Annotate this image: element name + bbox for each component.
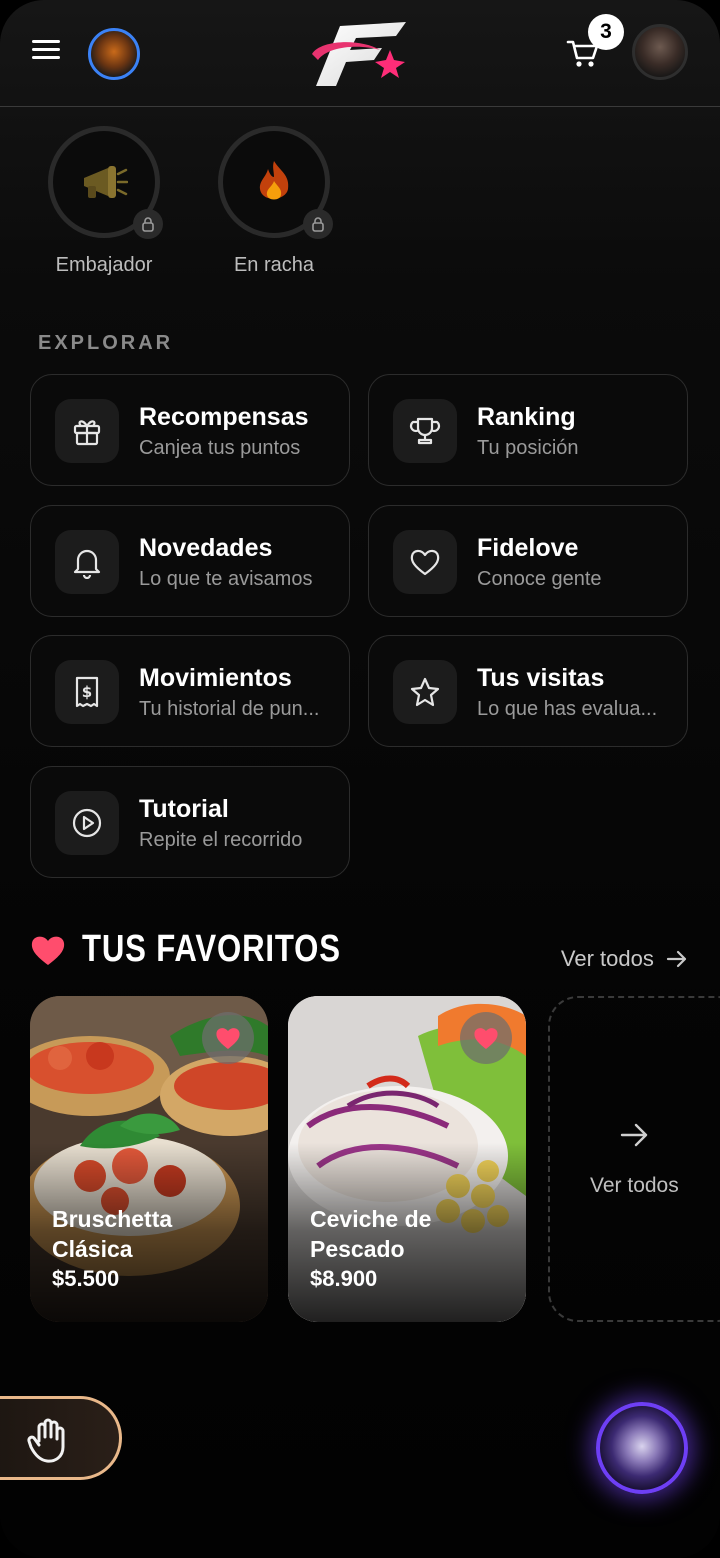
see-all-link[interactable]: Ver todos (561, 946, 688, 972)
card-title: Recompensas (139, 403, 309, 431)
heart-filled-icon (474, 1028, 498, 1049)
gift-icon (55, 399, 119, 463)
fire-icon (259, 161, 289, 200)
explore-card-fidelove[interactable]: Fidelove Conoce gente (368, 505, 688, 617)
explore-card-ranking[interactable]: Ranking Tu posición (368, 374, 688, 486)
food-name: Bruschetta Clásica (52, 1206, 173, 1262)
wave-hand-button[interactable] (0, 1396, 122, 1480)
lock-icon (303, 209, 333, 239)
explore-card-tus-visitas[interactable]: Tus visitas Lo que has evalua... (368, 635, 688, 747)
arrow-right-icon (620, 1123, 648, 1147)
card-title: Novedades (139, 534, 273, 562)
card-subtitle: Conoce gente (477, 568, 602, 590)
heart-icon (393, 530, 457, 594)
food-price: $5.500 (52, 1266, 120, 1291)
achievement-en-racha[interactable]: En racha (214, 126, 334, 277)
svg-text:$: $ (82, 683, 92, 701)
top-bar: 3 (0, 0, 720, 107)
favorites-see-all-card[interactable]: Ver todos (548, 996, 720, 1322)
arrow-right-icon (666, 950, 687, 968)
favorite-card-bruschetta[interactable]: Bruschetta Clásica $5.500 (30, 996, 268, 1322)
favorite-toggle[interactable] (202, 1012, 254, 1064)
favorites-title: TUS FAVORITOS (82, 928, 341, 970)
favorites-header: TUS FAVORITOS Ver todos (30, 928, 690, 978)
explore-card-recompensas[interactable]: Recompensas Canjea tus puntos (30, 374, 350, 486)
play-icon (55, 791, 119, 855)
achievement-ring (218, 126, 333, 239)
trophy-icon (393, 399, 457, 463)
receipt-icon: $ (55, 660, 119, 724)
cart-count-badge: 3 (588, 14, 624, 50)
card-subtitle: Lo que te avisamos (139, 568, 313, 590)
explore-card-novedades[interactable]: Novedades Lo que te avisamos (30, 505, 350, 617)
food-name: Ceviche de Pescado (310, 1206, 432, 1262)
explore-card-tutorial[interactable]: Tutorial Repite el recorrido (30, 766, 350, 878)
favorite-card-ceviche[interactable]: Ceviche de Pescado $8.900 (288, 996, 526, 1322)
see-all-card-label: Ver todos (590, 1174, 679, 1197)
card-subtitle: Tu posición (477, 437, 579, 459)
card-title: Movimientos (139, 664, 292, 692)
profile-avatar[interactable] (632, 24, 688, 80)
card-subtitle: Repite el recorrido (139, 829, 303, 851)
achievement-ring (48, 126, 163, 239)
level-badge[interactable] (88, 28, 140, 80)
card-subtitle: Canjea tus puntos (139, 437, 301, 459)
card-title: Tus visitas (477, 664, 605, 692)
app-screen: 3 Embajador En racha EXPLORAR Recompensa… (0, 0, 720, 1558)
card-subtitle: Tu historial de pun... (139, 698, 320, 720)
card-title: Tutorial (139, 795, 229, 823)
star-icon (393, 660, 457, 724)
card-title: Fidelove (477, 534, 579, 562)
hand-icon (27, 1418, 65, 1463)
megaphone-icon (84, 166, 128, 198)
assistant-orb-button[interactable] (596, 1402, 688, 1494)
see-all-label: Ver todos (560, 946, 654, 971)
bell-icon (55, 530, 119, 594)
app-logo (312, 22, 406, 86)
card-subtitle: Lo que has evalua... (477, 698, 658, 720)
heart-icon (31, 936, 65, 965)
heart-filled-icon (216, 1028, 240, 1049)
achievement-label: En racha (233, 254, 315, 276)
food-price: $8.900 (310, 1266, 378, 1291)
favorite-toggle[interactable] (460, 1012, 512, 1064)
achievement-embajador[interactable]: Embajador (44, 126, 164, 277)
explore-section-title: EXPLORAR (38, 332, 174, 354)
hamburger-menu-icon[interactable] (30, 36, 66, 72)
lock-icon (133, 209, 163, 239)
explore-card-movimientos[interactable]: $ Movimientos Tu historial de pun... (30, 635, 350, 747)
card-title: Ranking (477, 403, 576, 431)
achievement-label: Embajador (55, 254, 153, 276)
